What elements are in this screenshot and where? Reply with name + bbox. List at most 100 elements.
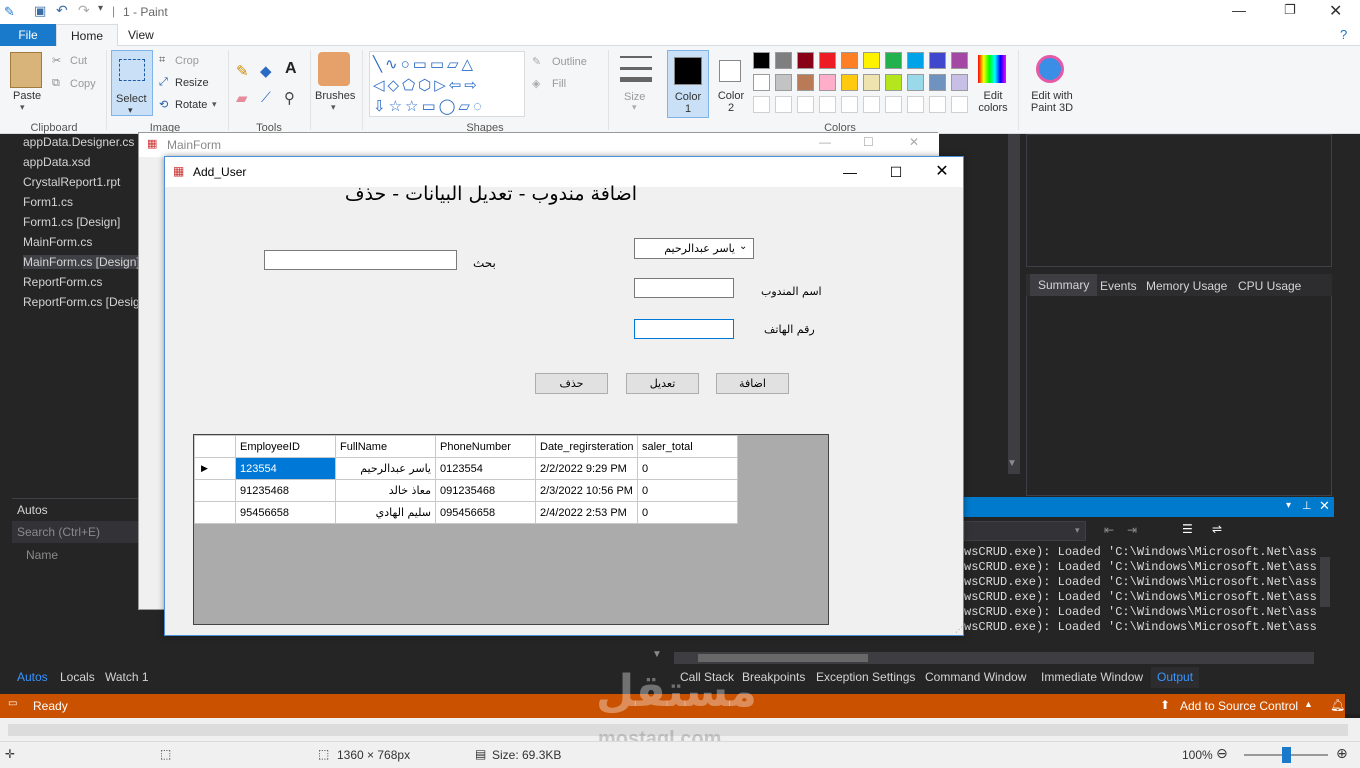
crop-button[interactable]: Crop: [175, 55, 199, 67]
table-cell[interactable]: 2/2/2022 9:29 PM: [535, 457, 638, 480]
resize-icon[interactable]: ⤢: [159, 76, 168, 89]
phone-input[interactable]: [634, 319, 734, 339]
fill-button[interactable]: Fill: [552, 78, 566, 90]
help-icon[interactable]: ?: [1340, 27, 1347, 42]
output-scrollbar[interactable]: [1320, 557, 1330, 607]
solution-file-item[interactable]: ReportForm.cs [Design]: [23, 295, 138, 309]
table-cell[interactable]: ياسر عبدالرحيم: [335, 457, 436, 480]
window-position-icon[interactable]: ▾: [1286, 500, 1291, 511]
table-cell[interactable]: 0: [636, 501, 738, 524]
edit-colors-button[interactable]: Edit colors: [975, 90, 1011, 114]
crop-icon[interactable]: ⌗: [159, 54, 165, 67]
pin-icon[interactable]: ⊥: [1302, 499, 1312, 512]
rotate-button[interactable]: Rotate: [175, 99, 207, 111]
shapes-gallery-icons[interactable]: ╲∿○▭▭▱△ ◁◇⬠⬡▷⇦⇨ ⇩☆☆▭◯▱◌: [373, 54, 523, 117]
row-header[interactable]: [194, 479, 236, 502]
tab-cpu-usage[interactable]: CPU Usage: [1238, 279, 1301, 293]
undo-icon[interactable]: ↶: [56, 2, 68, 19]
edit-with-paint3d-button[interactable]: Edit with Paint 3D: [1024, 90, 1080, 114]
scrollbar[interactable]: [1008, 134, 1020, 474]
color-swatch[interactable]: [819, 52, 836, 69]
copy-button[interactable]: Copy: [70, 78, 96, 90]
empty-color-swatch[interactable]: [841, 96, 858, 113]
output-close-icon[interactable]: ✕: [1319, 498, 1330, 514]
maximize-icon[interactable]: ❐: [1284, 2, 1296, 18]
tab-output[interactable]: Output: [1151, 666, 1200, 688]
minimize-icon[interactable]: —: [1232, 2, 1246, 18]
shapes-gallery[interactable]: ╲∿○▭▭▱△ ◁◇⬠⬡▷⇦⇨ ⇩☆☆▭◯▱◌: [369, 51, 525, 117]
row-header[interactable]: [194, 501, 236, 524]
color-swatch[interactable]: [863, 52, 880, 69]
zoom-in-icon[interactable]: ⊕: [1336, 745, 1348, 762]
solution-file-item[interactable]: CrystalReport1.rpt: [23, 175, 138, 189]
color-swatch[interactable]: [929, 74, 946, 91]
eraser-icon[interactable]: ▰: [236, 89, 248, 107]
color-palette[interactable]: [753, 52, 973, 118]
tab-watch1[interactable]: Watch 1: [105, 670, 149, 684]
column-header[interactable]: FullName: [335, 435, 436, 458]
tab-view[interactable]: View: [114, 24, 168, 46]
table-cell[interactable]: 0: [636, 457, 738, 480]
color2-button[interactable]: Color 2: [712, 50, 750, 118]
color-swatch[interactable]: [797, 74, 814, 91]
edit-colors-icon[interactable]: [978, 55, 1006, 83]
paint3d-icon[interactable]: [1036, 55, 1064, 83]
paste-dropdown-icon[interactable]: ▾: [20, 102, 25, 113]
resize-grip-icon[interactable]: ⋰: [955, 625, 963, 634]
salesman-combobox[interactable]: ياسر عبدالرحيم ⌄: [634, 238, 754, 259]
tab-home[interactable]: Home: [56, 24, 119, 46]
tab-immediate-window[interactable]: Immediate Window: [1041, 670, 1143, 684]
add-to-source-control[interactable]: Add to Source Control: [1180, 699, 1298, 713]
solution-file-item[interactable]: ReportForm.cs: [23, 275, 138, 289]
empty-color-swatch[interactable]: [775, 96, 792, 113]
table-cell[interactable]: 95456658: [235, 501, 336, 524]
select-button[interactable]: Select ▾: [111, 50, 153, 116]
employees-datagrid[interactable]: EmployeeID FullName PhoneNumber Date_reg…: [193, 434, 829, 625]
color-swatch[interactable]: [841, 74, 858, 91]
add-user-minimize-icon[interactable]: —: [827, 157, 873, 187]
table-row[interactable]: 91235468 معاذ خالد 091235468 2/3/2022 10:56…: [194, 479, 738, 502]
tab-command-window[interactable]: Command Window: [925, 670, 1026, 684]
color-swatch[interactable]: [841, 52, 858, 69]
color-swatch[interactable]: [863, 74, 880, 91]
zoom-slider-thumb[interactable]: [1282, 747, 1291, 763]
copy-icon[interactable]: ⧉: [52, 77, 60, 90]
tab-memory-usage[interactable]: Memory Usage: [1146, 279, 1227, 293]
tab-exception-settings[interactable]: Exception Settings: [816, 670, 915, 684]
add-user-close-icon[interactable]: ✕: [919, 157, 965, 187]
color-swatch[interactable]: [753, 52, 770, 69]
mainform-minimize-icon[interactable]: —: [819, 135, 831, 149]
find-message-icon[interactable]: ⇤: [1104, 523, 1114, 537]
text-tool-icon[interactable]: A: [285, 60, 297, 78]
solution-file-item[interactable]: Form1.cs [Design]: [23, 215, 138, 229]
color-swatch[interactable]: [775, 52, 792, 69]
table-cell[interactable]: 0123554: [435, 457, 536, 480]
empty-color-swatch[interactable]: [753, 96, 770, 113]
cut-button[interactable]: Cut: [70, 55, 87, 67]
add-user-maximize-icon[interactable]: ☐: [873, 157, 919, 187]
table-cell[interactable]: 123554: [235, 457, 336, 480]
table-row[interactable]: 95456658 سليم الهادي 095456658 2/4/2022 2:5…: [194, 501, 738, 524]
outline-button[interactable]: Outline: [552, 56, 587, 68]
redo-icon[interactable]: ↷: [78, 2, 90, 19]
zoom-out-icon[interactable]: ⊖: [1216, 745, 1228, 762]
tab-events[interactable]: Events: [1100, 279, 1137, 293]
color-swatch[interactable]: [885, 52, 902, 69]
autos-search-box[interactable]: Search (Ctrl+E): [12, 521, 142, 543]
empty-color-swatch[interactable]: [885, 96, 902, 113]
rotate-dropdown-icon[interactable]: ▾: [212, 99, 217, 110]
notification-bell-icon[interactable]: 🔔︎: [1330, 698, 1345, 712]
solution-file-item[interactable]: appData.xsd: [23, 155, 138, 169]
brushes-button[interactable]: Brushes: [315, 90, 355, 102]
empty-color-swatch[interactable]: [797, 96, 814, 113]
magnifier-icon[interactable]: ⚲: [284, 89, 295, 107]
fill-bucket-icon[interactable]: ◆: [260, 62, 272, 80]
cut-icon[interactable]: ✂: [52, 54, 61, 67]
word-wrap-icon[interactable]: ⇌: [1212, 522, 1222, 536]
color-swatch[interactable]: [775, 74, 792, 91]
color-swatch[interactable]: [951, 74, 968, 91]
brushes-dropdown-icon[interactable]: ▾: [331, 102, 336, 113]
table-cell[interactable]: 095456658: [435, 501, 536, 524]
solution-file-item[interactable]: MainForm.cs: [23, 235, 138, 249]
column-header[interactable]: Date_regirsteration: [535, 435, 638, 458]
